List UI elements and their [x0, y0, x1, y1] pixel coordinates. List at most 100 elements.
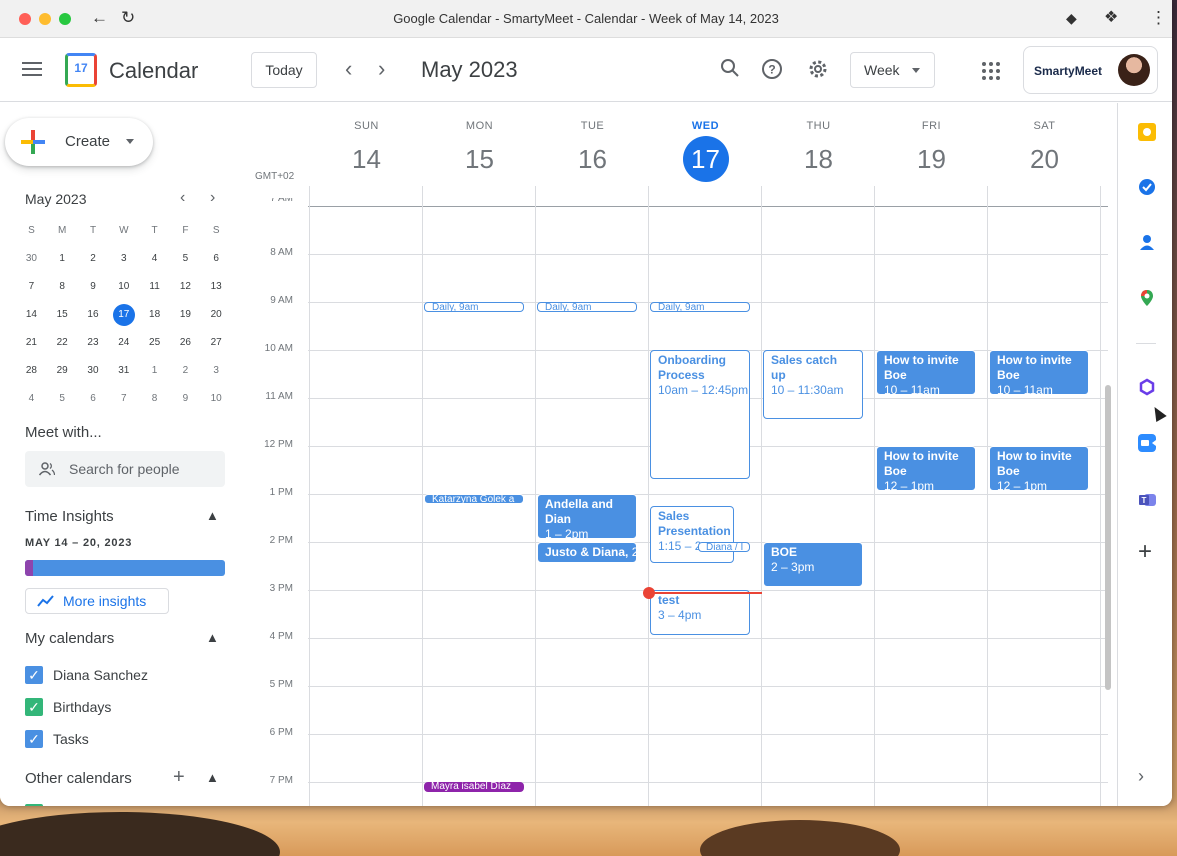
day-header-mon[interactable]: MON 15 — [423, 103, 536, 182]
day-header-tue[interactable]: TUE 16 — [536, 103, 649, 182]
calendar-event[interactable]: Mayra isabel Díaz — [424, 782, 524, 792]
collapse-my-calendars-icon[interactable]: ▲ — [206, 630, 219, 645]
calendar-event[interactable]: How to invite Boe 10 – 11am — [989, 350, 1089, 395]
add-calendar-icon[interactable]: + — [173, 766, 185, 789]
calendar-event[interactable]: Daily, 9am — [650, 302, 750, 312]
mini-calendar-day[interactable]: 5 — [47, 385, 78, 413]
mini-calendar-day[interactable]: 5 — [170, 245, 201, 273]
mini-calendar-day[interactable]: 9 — [170, 385, 201, 413]
mini-calendar-day[interactable]: 24 — [108, 329, 139, 357]
day-header-fri[interactable]: FRI 19 — [875, 103, 988, 182]
smartymeet-addon-icon[interactable] — [1138, 378, 1156, 396]
previous-week-button[interactable]: ‹ — [345, 58, 352, 80]
calendar-event[interactable]: BOE 2 – 3pm — [763, 542, 863, 587]
day-header-thu[interactable]: THU 18 — [762, 103, 875, 182]
mini-calendar-day[interactable]: 17 — [108, 301, 139, 329]
keep-icon[interactable] — [1138, 123, 1156, 141]
mini-calendar-day[interactable]: 2 — [78, 245, 109, 273]
calendar-event[interactable]: How to invite Boe 10 – 11am — [876, 350, 976, 395]
mini-calendar-day[interactable]: 22 — [47, 329, 78, 357]
account-button[interactable]: SmartyMeet — [1023, 46, 1158, 94]
mini-calendar-day[interactable]: 28 — [16, 357, 47, 385]
mini-calendar-day[interactable]: 23 — [78, 329, 109, 357]
day-date[interactable]: 15 — [423, 136, 536, 182]
calendar-event[interactable]: Diana / I — [698, 542, 750, 552]
mini-calendar-day[interactable]: 4 — [16, 385, 47, 413]
calendar-event[interactable]: Justo & Diana, 2p — [537, 542, 637, 563]
calendar-item-birthdays[interactable]: ✓ Birthdays — [25, 698, 111, 716]
mini-calendar-day[interactable]: 11 — [139, 273, 170, 301]
checkbox-icon[interactable]: ✓ — [25, 666, 43, 684]
mini-next-month-button[interactable]: › — [210, 189, 215, 207]
extensions-puzzle-icon[interactable]: ❖ — [1104, 8, 1118, 28]
mini-calendar-day[interactable]: 8 — [139, 385, 170, 413]
calendar-event[interactable]: test 3 – 4pm — [650, 590, 750, 635]
mini-calendar-day[interactable]: 15 — [47, 301, 78, 329]
checkbox-icon[interactable] — [25, 804, 43, 806]
avatar[interactable] — [1118, 54, 1150, 86]
checkbox-icon[interactable]: ✓ — [25, 698, 43, 716]
insights-bar[interactable] — [25, 560, 225, 576]
more-insights-button[interactable]: More insights — [25, 588, 169, 614]
mini-calendar-day[interactable]: 20 — [201, 301, 232, 329]
mini-prev-month-button[interactable]: ‹ — [180, 189, 185, 207]
main-menu-icon[interactable] — [22, 62, 42, 80]
calendar-event[interactable]: Andella and Dian 1 – 2pm — [537, 494, 637, 539]
calendar-item-diana-sanchez[interactable]: ✓ Diana Sanchez — [25, 666, 148, 684]
tasks-icon[interactable] — [1138, 178, 1156, 196]
create-button[interactable]: Create — [5, 118, 153, 166]
maps-icon[interactable] — [1138, 289, 1156, 307]
day-header-wed[interactable]: WED 17 — [649, 103, 762, 182]
expand-panel-icon[interactable]: › — [1138, 767, 1156, 785]
calendar-event[interactable]: Daily, 9am — [424, 302, 524, 312]
mini-calendar-day[interactable]: 30 — [78, 357, 109, 385]
mini-calendar-day[interactable]: 3 — [201, 357, 232, 385]
mini-calendar-day[interactable]: 19 — [170, 301, 201, 329]
zoom-addon-icon[interactable] — [1138, 434, 1156, 452]
contacts-icon[interactable] — [1138, 233, 1156, 251]
help-icon[interactable]: ? — [760, 58, 784, 82]
mini-calendar-day[interactable]: 18 — [139, 301, 170, 329]
mini-calendar-day[interactable]: 27 — [201, 329, 232, 357]
mini-calendar-day[interactable]: 10 — [201, 385, 232, 413]
add-addon-icon[interactable]: + — [1138, 540, 1156, 564]
calendar-event[interactable]: How to invite Boe 12 – 1pm — [989, 446, 1089, 491]
checkbox-icon[interactable]: ✓ — [25, 730, 43, 748]
mini-calendar-day[interactable]: 8 — [47, 273, 78, 301]
mini-calendar-day[interactable]: 13 — [201, 273, 232, 301]
mini-calendar-day[interactable]: 4 — [139, 245, 170, 273]
mini-calendar-day[interactable]: 21 — [16, 329, 47, 357]
mini-calendar-day[interactable]: 25 — [139, 329, 170, 357]
day-header-sun[interactable]: SUN 14 — [310, 103, 423, 182]
mini-calendar-day[interactable]: 2 — [170, 357, 201, 385]
mini-calendar-day[interactable]: 1 — [47, 245, 78, 273]
mini-calendar-day[interactable]: 10 — [108, 273, 139, 301]
view-selector[interactable]: Week — [850, 52, 935, 88]
mini-calendar-day[interactable]: 7 — [16, 273, 47, 301]
teams-addon-icon[interactable]: T — [1138, 490, 1156, 508]
day-date[interactable]: 16 — [536, 136, 649, 182]
calendar-event[interactable]: Sales catch up 10 – 11:30am — [763, 350, 863, 419]
day-date[interactable]: 14 — [310, 136, 423, 182]
mini-calendar-day[interactable]: 7 — [108, 385, 139, 413]
mini-calendar-day[interactable]: 9 — [78, 273, 109, 301]
today-button[interactable]: Today — [251, 52, 317, 88]
next-week-button[interactable]: › — [378, 58, 385, 80]
week-grid[interactable]: 7 AM 8 AM 9 AM 10 AM 11 AM 12 PM 1 PM 2 PM 3 PM 4… — [250, 186, 1116, 806]
day-header-sat[interactable]: SAT 20 — [988, 103, 1101, 182]
day-date[interactable]: 19 — [875, 136, 988, 182]
calendar-event[interactable]: Katarzyna Golek a — [424, 494, 524, 504]
day-date[interactable]: 20 — [988, 136, 1101, 182]
mini-calendar-day[interactable]: 29 — [47, 357, 78, 385]
calendar-event[interactable]: Onboarding Process 10am – 12:45pm — [650, 350, 750, 479]
grid-scrollbar[interactable] — [1105, 385, 1111, 690]
day-date[interactable]: 18 — [762, 136, 875, 182]
mini-calendar-day[interactable]: 30 — [16, 245, 47, 273]
calendar-event[interactable]: Daily, 9am — [537, 302, 637, 312]
mini-calendar-day[interactable]: 31 — [108, 357, 139, 385]
calendar-item-tasks[interactable]: ✓ Tasks — [25, 730, 89, 748]
day-date[interactable]: 17 — [649, 136, 762, 182]
browser-menu-icon[interactable]: ⋮ — [1150, 8, 1167, 28]
mini-calendar-day[interactable]: 3 — [108, 245, 139, 273]
calendar-event[interactable]: Sales Presentation 1:15 – 2 — [650, 506, 734, 563]
